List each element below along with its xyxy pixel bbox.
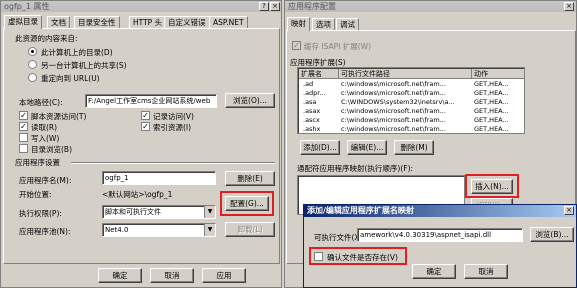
extension-mapping-dialog: 添加/编辑应用程序扩展名映射 × 可执行文件(X): amework\v4.0.…	[303, 204, 577, 288]
app-pool-value: Net4.0	[105, 226, 129, 234]
tab-mappings[interactable]: 映射	[287, 17, 310, 31]
app-config-title: 应用程序配置	[285, 1, 576, 12]
radio-local-directory-label: 此计算机上的目录(D)	[41, 48, 113, 57]
table-row[interactable]: .adpr... c:\windows\microsoft.net\fram...…	[299, 89, 524, 97]
chevron-down-icon[interactable]: ▼	[204, 206, 215, 218]
check-read-label: 读取(R)	[31, 123, 58, 132]
radio-network-share[interactable]	[28, 60, 37, 69]
insert-highlight	[465, 174, 519, 198]
table-row[interactable]: .ascx c:\windows\microsoft.net\fram... GET…	[299, 116, 524, 124]
source-label: 此资源的内容来自:	[15, 34, 78, 43]
app-name-input[interactable]: ogfp_1	[102, 171, 216, 185]
table-row[interactable]: .ashx c:\windows\microsoft.net\fram... GET…	[299, 125, 524, 133]
verify-highlight	[309, 247, 407, 265]
check-cache-isapi[interactable]: ✓	[292, 41, 301, 50]
wildcard-label: 通配符应用程序映射(执行顺序)(F):	[297, 164, 414, 173]
radio-local-directory[interactable]	[28, 47, 37, 56]
column-header-verbs[interactable]: 动作	[472, 69, 524, 79]
column-header-extension[interactable]: 扩展名	[299, 69, 339, 79]
tab-aspnet[interactable]: ASP.NET	[209, 16, 248, 28]
radio-redirect-url[interactable]	[28, 73, 37, 82]
add-mapping-button[interactable]: 添加(D)...	[300, 140, 340, 155]
exec-perm-label: 执行权限(P):	[19, 209, 62, 218]
unload-button[interactable]: 卸载(L)	[225, 222, 275, 237]
properties-title: ogfp_1 属性	[1, 1, 281, 12]
close-icon[interactable]: ×	[564, 2, 574, 11]
check-directory-browsing[interactable]	[19, 144, 28, 153]
exec-perm-value: 脚本和可执行文件	[105, 208, 161, 216]
app-settings-divider	[71, 162, 275, 164]
local-path-label: 本地路径(C):	[19, 98, 63, 107]
apply-button[interactable]: 应用	[202, 268, 246, 283]
check-cache-isapi-label: 缓存 ISAPI 扩展(W)	[304, 42, 372, 51]
configure-highlight	[220, 191, 274, 216]
tab-options[interactable]: 选项	[312, 18, 335, 30]
tab-virtual-directory[interactable]: 虚拟目录	[4, 15, 42, 29]
table-row[interactable]: .asax c:\windows\microsoft.net\fram... GET…	[299, 107, 524, 115]
exec-file-input[interactable]: amework\v4.0.30319\aspnet_isapi.dll	[357, 228, 523, 242]
dialog-browse-button[interactable]: 浏览(B)...	[530, 227, 574, 242]
tab-debugging[interactable]: 调试	[336, 18, 359, 30]
close-icon[interactable]: ×	[564, 206, 574, 215]
check-script-source-access-label: 脚本资源访问(T)	[31, 112, 87, 121]
check-index-resource-label: 索引资源(I)	[153, 123, 192, 132]
remove-app-button[interactable]: 删除(E)	[225, 171, 275, 186]
tab-custom-errors[interactable]: 自定义错误	[164, 16, 210, 28]
column-header-path[interactable]: 可执行文件路径	[339, 69, 472, 79]
properties-window: ogfp_1 属性 ? × 虚拟目录 文档 目录安全性 HTTP 头 自定义错误…	[0, 0, 282, 288]
start-point-value: <默认网站>\ogfp_1	[102, 190, 173, 199]
browse-button[interactable]: 浏览(O)...	[225, 93, 275, 108]
delete-mapping-button[interactable]: 删除(M)	[394, 140, 434, 155]
tab-directory-security[interactable]: 目录安全性	[74, 16, 120, 28]
check-directory-browsing-label: 目录浏览(B)	[31, 145, 72, 154]
app-name-label: 应用程序名(M):	[19, 176, 72, 185]
dialog-cancel-button[interactable]: 取消	[464, 264, 508, 279]
cancel-button[interactable]: 取消	[150, 268, 194, 283]
table-row[interactable]: .asa C:\WINDOWS\system32\inetsrv\a... GET,…	[299, 98, 524, 106]
app-pool-label: 应用程序池(N):	[19, 227, 71, 236]
extensions-list[interactable]: 扩展名 可执行文件路径 动作 .ad c:\windows\microsoft.n…	[297, 67, 525, 134]
radio-network-share-label: 另一台计算机上的共享(S)	[41, 61, 127, 70]
edit-mapping-button[interactable]: 编辑(E)...	[347, 140, 387, 155]
check-log-visits-label: 记录访问(V)	[153, 112, 194, 121]
check-read[interactable]: ✓	[19, 122, 28, 131]
tab-http-headers[interactable]: HTTP 头	[129, 16, 167, 28]
start-point-label: 开始位置:	[19, 190, 52, 199]
table-row[interactable]: .ad c:\windows\microsoft.net\fram... GET,H…	[299, 80, 524, 88]
exec-perm-select[interactable]: 脚本和可执行文件 ▼	[102, 205, 216, 219]
tab-documents[interactable]: 文档	[47, 16, 70, 28]
chevron-down-icon[interactable]: ▼	[204, 224, 215, 236]
check-index-resource[interactable]: ✓	[141, 122, 150, 131]
check-write[interactable]	[19, 133, 28, 142]
app-pool-select[interactable]: Net4.0 ▼	[102, 223, 216, 237]
radio-redirect-url-label: 重定向到 URL(U)	[41, 74, 100, 83]
close-icon[interactable]: ×	[270, 2, 280, 11]
app-settings-heading: 应用程序设置	[15, 158, 60, 167]
dialog-title: 添加/编辑应用程序扩展名映射	[304, 205, 576, 217]
local-path-input[interactable]: F:/Angel工作室cms企业网站系统/web	[85, 94, 217, 108]
check-write-label: 写入(W)	[31, 134, 60, 143]
dialog-ok-button[interactable]: 确定	[412, 264, 456, 279]
check-log-visits[interactable]: ✓	[141, 111, 150, 120]
ok-button[interactable]: 确定	[98, 268, 142, 283]
help-button[interactable]: ?	[259, 2, 269, 11]
check-script-source-access[interactable]: ✓	[19, 111, 28, 120]
